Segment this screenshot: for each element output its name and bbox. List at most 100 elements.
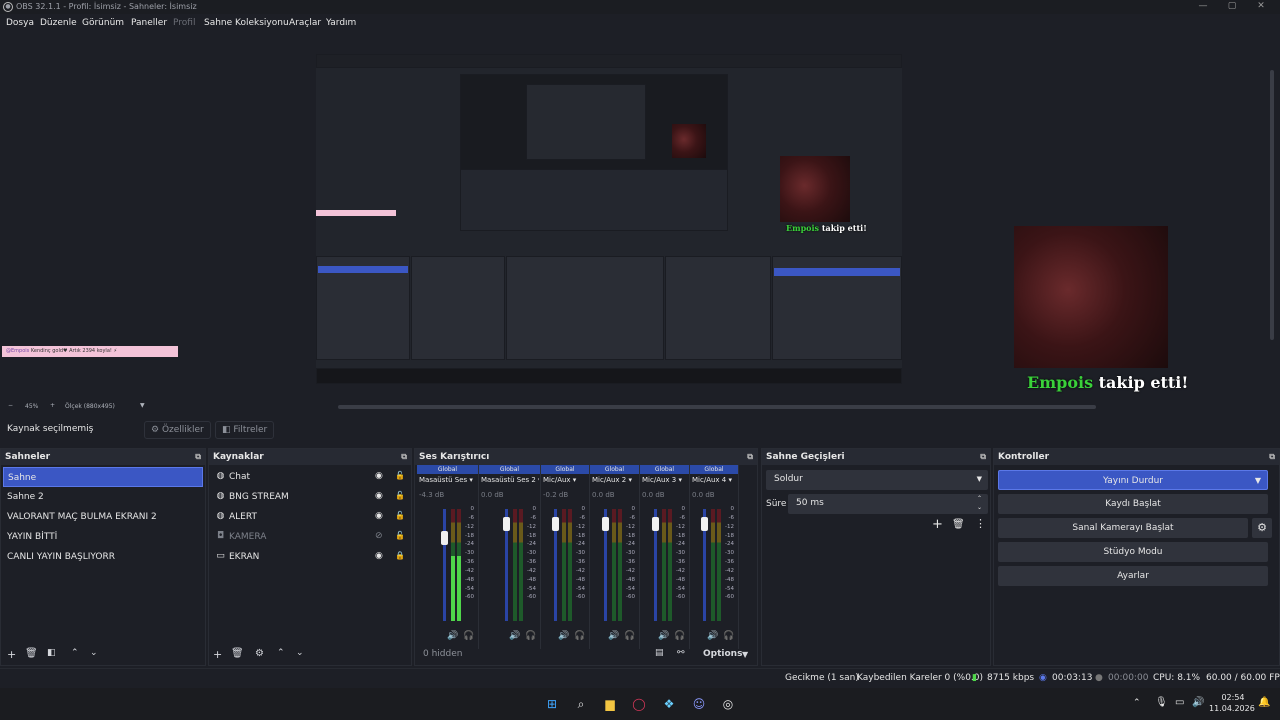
tray-chevron-up-icon[interactable]: ⌃ [1133,698,1141,708]
scale-select[interactable]: Ölçek (880x495) [65,403,115,410]
more-options-icon[interactable]: ⋮ [975,517,986,530]
start-recording-button[interactable]: Kaydı Başlat [998,494,1268,514]
microphone-icon[interactable]: 🎙 [1155,697,1168,708]
menu-edit[interactable]: Düzenle [40,18,77,28]
trash-icon[interactable]: 🗑 [952,519,965,530]
mixer-channel-name[interactable]: Mic/Aux 3 ▾ [642,476,688,484]
studio-mode-button[interactable]: Stüdyo Modu [998,542,1268,562]
mute-speaker-icon[interactable]: 🔊 [558,631,569,641]
monitor-headphones-icon[interactable]: 🎧 [624,631,635,641]
start-virtual-camera-button[interactable]: Sanal Kamerayı Başlat [998,518,1248,538]
volume-fader-handle[interactable] [652,516,659,531]
undock-icon[interactable]: ⧉ [195,452,201,462]
scale-chevron-down-icon[interactable]: ▼ [140,402,145,409]
chevron-up-icon[interactable]: ⌃ [71,648,79,658]
menu-profile[interactable]: Profil [173,18,195,28]
undock-icon[interactable]: ⧉ [1269,452,1275,462]
filters-button[interactable]: ◧ Filtreler [215,421,275,439]
transition-select[interactable]: Soldur ▼ [766,470,988,490]
layout-icon[interactable]: ▤ [655,648,664,658]
options-button[interactable]: Options [703,649,742,659]
minimize-button[interactable]: — [1196,1,1210,11]
mixer-channel-name[interactable]: Mic/Aux 4 ▾ [692,476,737,484]
source-item[interactable]: ▭ EKRAN ◉ 🔒 [211,547,415,567]
volume-fader-track[interactable] [443,509,446,621]
menu-file[interactable]: Dosya [6,18,34,28]
undock-icon[interactable]: ⧉ [401,452,407,462]
opera-browser-icon[interactable]: ◯ [630,695,648,713]
duration-stepper[interactable]: 50 ms ⌃ ⌄ [788,494,988,514]
clock-date[interactable]: 11.04.2026 [1209,704,1255,713]
lock-icon[interactable]: 🔒 [395,551,405,560]
source-item[interactable]: ◍ ALERT ◉ 🔓 [211,507,415,527]
mute-speaker-icon[interactable]: 🔊 [608,631,619,641]
monitor-headphones-icon[interactable]: 🎧 [574,631,585,641]
trash-icon[interactable]: 🗑 [25,648,38,659]
preview-vertical-scrollbar[interactable] [1270,70,1274,340]
lock-open-icon[interactable]: 🔓 [395,491,405,500]
volume-fader-handle[interactable] [602,516,609,531]
app-icon[interactable]: ❖ [660,695,678,713]
scene-filters-icon[interactable]: ◧ [47,648,56,658]
volume-icon[interactable]: 🔊 [1192,697,1204,708]
eye-icon[interactable]: ◉ [375,471,383,481]
source-item[interactable]: ◍ BNG STREAM ◉ 🔓 [211,487,415,507]
close-button[interactable]: ✕ [1254,1,1268,11]
volume-fader-handle[interactable] [503,516,510,531]
menu-help[interactable]: Yardım [326,18,356,28]
lock-open-icon[interactable]: 🔓 [395,531,405,540]
mute-speaker-icon[interactable]: 🔊 [509,631,520,641]
menu-scene-collection[interactable]: Sahne Koleksiyonu [204,18,289,28]
mute-speaker-icon[interactable]: 🔊 [707,631,718,641]
undock-icon[interactable]: ⧉ [980,452,986,462]
windows-start-icon[interactable]: ⊞ [543,695,561,713]
eye-icon[interactable]: ◉ [375,491,383,501]
file-explorer-icon[interactable]: ▆ [601,695,619,713]
menu-view[interactable]: Görünüm [82,18,124,28]
properties-button[interactable]: ⚙ Özellikler [144,421,211,439]
monitor-headphones-icon[interactable]: 🎧 [723,631,734,641]
mute-speaker-icon[interactable]: 🔊 [658,631,669,641]
network-icon[interactable]: ▭ [1175,697,1184,708]
notification-icon[interactable]: 🔔 [1258,697,1270,708]
gear-icon[interactable]: ⚙ [255,648,264,659]
preview-horizontal-scrollbar[interactable] [338,405,1096,409]
options-chevron-down-icon[interactable]: ▼ [742,650,748,659]
menu-tools[interactable]: Araçlar [289,18,321,28]
volume-fader-handle[interactable] [552,516,559,531]
zoom-in-button[interactable]: + [50,402,55,409]
monitor-headphones-icon[interactable]: 🎧 [674,631,685,641]
mixer-channel-name[interactable]: Masaüstü Ses 2 ▾ [481,476,539,484]
chevron-down-icon[interactable]: ⌄ [90,648,98,658]
mute-speaker-icon[interactable]: 🔊 [447,631,458,641]
source-item[interactable]: ◍ Chat ◉ 🔓 [211,467,415,487]
lock-open-icon[interactable]: 🔓 [395,471,405,480]
scene-item[interactable]: Sahne [3,467,203,487]
eye-hidden-icon[interactable]: ⊘ [375,531,383,541]
chevron-up-icon[interactable]: ⌃ [277,648,285,658]
trash-icon[interactable]: 🗑 [231,648,244,659]
mixer-channel-name[interactable]: Mic/Aux 2 ▾ [592,476,638,484]
settings-button[interactable]: Ayarlar [998,566,1268,586]
zoom-out-button[interactable]: − [8,402,13,409]
link-icon[interactable]: ⚯ [677,648,685,658]
clock-time[interactable]: 02:54 [1213,693,1253,702]
eye-icon[interactable]: ◉ [375,511,383,521]
mixer-channel-name[interactable]: Masaüstü Ses ▾ [419,476,477,484]
eye-icon[interactable]: ◉ [375,551,383,561]
add-source-icon[interactable]: + [213,648,222,661]
virtual-camera-settings-gear-icon[interactable]: ⚙ [1252,518,1272,538]
chevron-down-icon[interactable]: ⌄ [296,648,304,658]
stepper-arrows-icon[interactable]: ⌃ ⌄ [977,494,982,512]
stop-stream-button[interactable]: Yayını Durdur ▼ [998,470,1268,490]
add-scene-icon[interactable]: + [7,648,16,661]
menu-docks[interactable]: Paneller [131,18,167,28]
scene-item[interactable]: VALORANT MAÇ BULMA EKRANI 2 [3,507,203,527]
undock-icon[interactable]: ⧉ [747,452,753,462]
scene-item[interactable]: YAYIN BİTTİ [3,527,203,547]
add-transition-icon[interactable]: + [932,517,943,532]
monitor-headphones-icon[interactable]: 🎧 [463,631,474,641]
search-icon[interactable]: ⌕ [572,695,590,713]
monitor-headphones-icon[interactable]: 🎧 [525,631,536,641]
obs-taskbar-icon[interactable]: ◎ [719,695,737,713]
